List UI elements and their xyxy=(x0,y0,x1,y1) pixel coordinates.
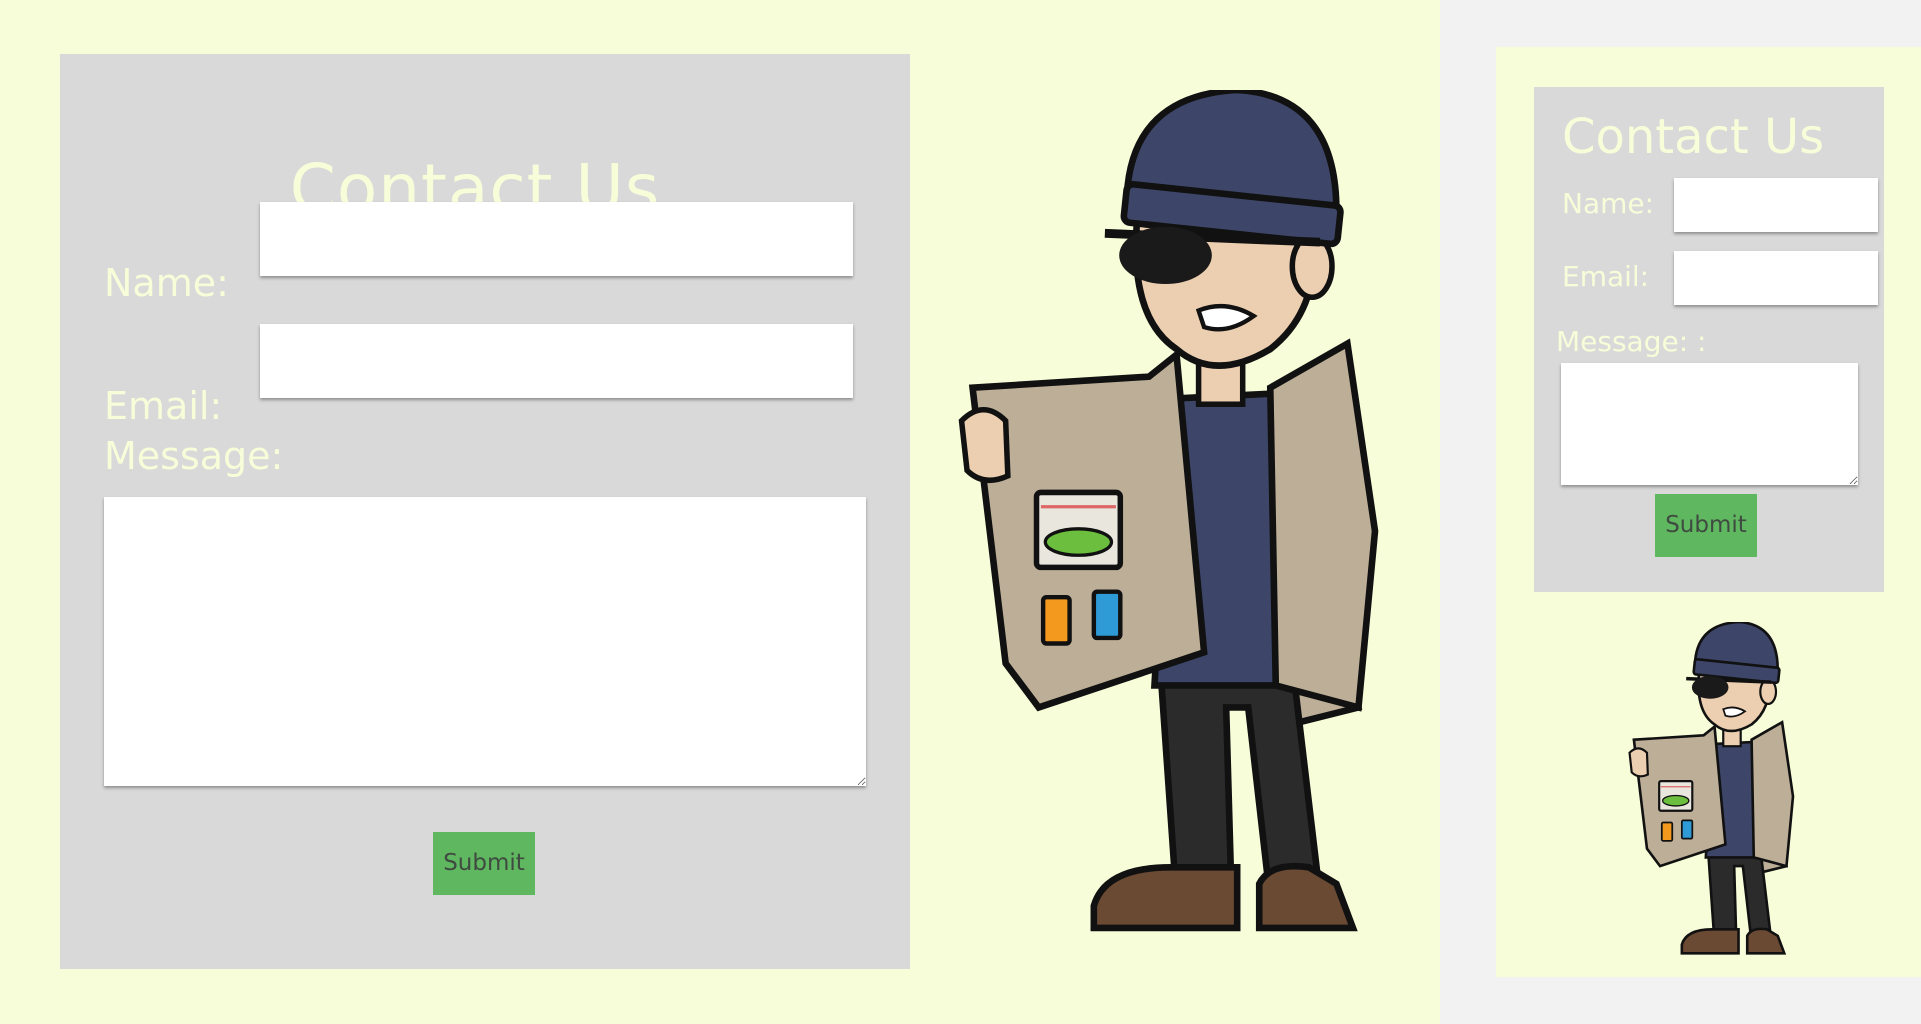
mobile-message-label: Message: : xyxy=(1556,325,1707,358)
trenchcoat-dealer-illustration xyxy=(930,90,1390,950)
mobile-name-label: Name: xyxy=(1562,187,1655,220)
contact-form-card: Contact Us Name: Email: Message: Submit xyxy=(60,54,910,969)
mobile-contact-form-card: Contact Us Name: Email: Message: : Submi… xyxy=(1534,87,1884,592)
message-textarea[interactable] xyxy=(104,497,866,786)
mobile-name-input[interactable] xyxy=(1674,178,1878,232)
name-label: Name: xyxy=(104,261,229,305)
message-label: Message: xyxy=(104,434,284,478)
mobile-form-title: Contact Us xyxy=(1562,109,1825,165)
mobile-email-input[interactable] xyxy=(1674,251,1878,305)
mobile-email-label: Email: xyxy=(1562,260,1650,293)
email-input[interactable] xyxy=(260,324,853,398)
mobile-submit-button[interactable]: Submit xyxy=(1655,494,1757,557)
name-input[interactable] xyxy=(260,202,853,276)
mobile-trenchcoat-dealer-illustration xyxy=(1627,622,1795,956)
desktop-view: Contact Us Name: Email: Message: Submit xyxy=(0,0,1440,1024)
mobile-view: Contact Us Name: Email: Message: : Submi… xyxy=(1496,47,1921,977)
submit-button[interactable]: Submit xyxy=(433,832,535,895)
email-label: Email: xyxy=(104,384,223,428)
mobile-message-textarea[interactable] xyxy=(1561,363,1858,485)
